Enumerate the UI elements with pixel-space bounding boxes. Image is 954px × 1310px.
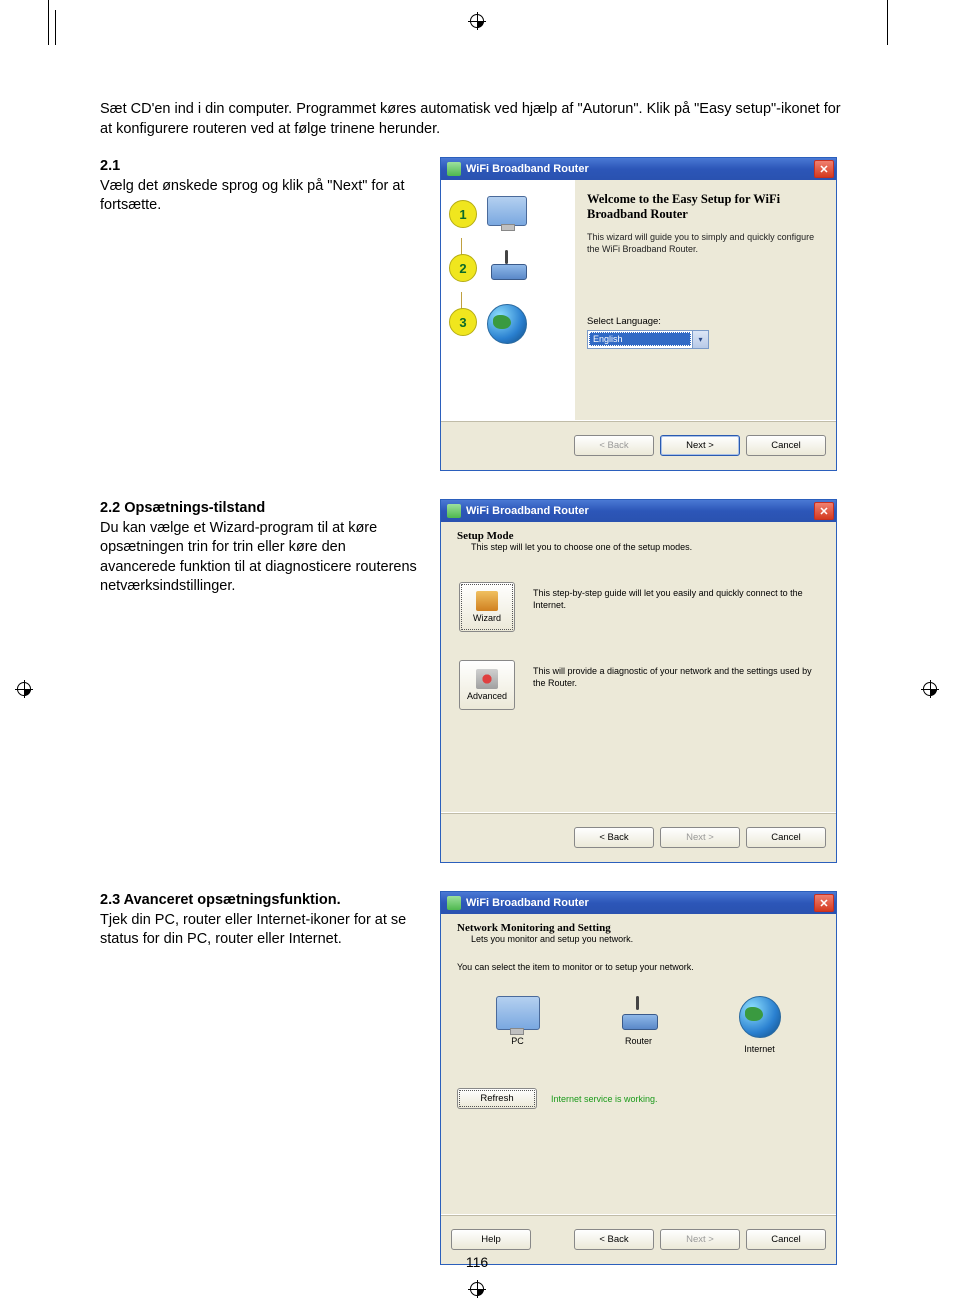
crop-mark [55, 10, 56, 45]
app-icon [447, 162, 461, 176]
router-icon [618, 996, 660, 1030]
next-button[interactable]: Next > [660, 435, 740, 456]
setup-mode-subline: This step will let you to choose one of … [471, 542, 820, 552]
router-label: Router [625, 1036, 652, 1046]
titlebar: WiFi Broadband Router ✕ [441, 158, 836, 180]
window-title: WiFi Broadband Router [466, 505, 814, 517]
next-button[interactable]: Next > [660, 1229, 740, 1250]
cancel-button[interactable]: Cancel [746, 1229, 826, 1250]
section-num: 2.3 [100, 892, 120, 908]
advanced-desc: This will provide a diagnostic of your n… [533, 660, 820, 710]
close-icon[interactable]: ✕ [814, 894, 834, 912]
refresh-button[interactable]: Refresh [457, 1088, 537, 1109]
cancel-button[interactable]: Cancel [746, 827, 826, 848]
monitor-heading: Network Monitoring and Setting [457, 922, 820, 934]
dialog-network-monitor: WiFi Broadband Router ✕ Network Monitori… [440, 891, 837, 1265]
wizard-button[interactable]: Wizard [459, 582, 515, 632]
section-2-1: 2.1 Vælg det ønskede sprog og klik på "N… [100, 157, 854, 471]
section-body: Tjek din PC, router eller Internet-ikone… [100, 912, 406, 948]
dialog-setup-mode: WiFi Broadband Router ✕ Setup Mode This … [440, 499, 837, 863]
pc-item[interactable]: PC [478, 996, 558, 1054]
section-title: Opsætnings-tilstand [124, 500, 265, 516]
app-icon [447, 504, 461, 518]
dialog-footer: < Back Next > Cancel [441, 420, 836, 470]
wizard-label: Wizard [473, 613, 501, 623]
monitor-icon [496, 996, 540, 1030]
section-body: Vælg det ønskede sprog og klik på "Next"… [100, 178, 404, 214]
crop-mark [887, 0, 888, 45]
reg-mark-top [468, 12, 486, 30]
reg-mark-bottom [468, 1280, 486, 1298]
close-icon[interactable]: ✕ [814, 160, 834, 178]
titlebar: WiFi Broadband Router ✕ [441, 500, 836, 522]
section-num: 2.2 [100, 500, 120, 516]
section-body: Du kan vælge et Wizard-program til at kø… [100, 520, 417, 595]
dialog-footer: < Back Next > Cancel [441, 812, 836, 862]
wizard-desc: This step-by-step guide will let you eas… [533, 582, 820, 632]
back-button[interactable]: < Back [574, 1229, 654, 1250]
section-title: Avanceret opsætningsfunktion. [124, 892, 341, 908]
globe-icon [487, 304, 527, 344]
crop-mark [48, 0, 49, 45]
status-message: Internet service is working. [551, 1094, 658, 1104]
language-combobox[interactable]: English ▾ [587, 330, 709, 349]
chevron-down-icon[interactable]: ▾ [692, 331, 708, 348]
wizard-icon [476, 591, 498, 611]
intro-text: Sæt CD'en ind i din computer. Programmet… [100, 100, 854, 139]
select-language-label: Select Language: [587, 316, 824, 327]
pc-label: PC [511, 1036, 524, 1046]
step-badge: 3 [449, 308, 477, 336]
next-button[interactable]: Next > [660, 827, 740, 848]
steps-sidebar: 1 2 3 [441, 180, 575, 420]
language-selected: English [589, 332, 691, 346]
dialog-language: WiFi Broadband Router ✕ 1 2 [440, 157, 837, 471]
back-button[interactable]: < Back [574, 435, 654, 456]
app-icon [447, 896, 461, 910]
setup-mode-heading: Setup Mode [457, 530, 820, 542]
close-icon[interactable]: ✕ [814, 502, 834, 520]
router-item[interactable]: Router [599, 996, 679, 1054]
cancel-button[interactable]: Cancel [746, 435, 826, 456]
monitor-icon [487, 196, 527, 226]
advanced-button[interactable]: Advanced [459, 660, 515, 710]
window-title: WiFi Broadband Router [466, 897, 814, 909]
router-icon [487, 250, 527, 280]
window-title: WiFi Broadband Router [466, 163, 814, 175]
reg-mark-right [921, 680, 939, 698]
internet-label: Internet [744, 1044, 775, 1054]
welcome-heading: Welcome to the Easy Setup for WiFi Broad… [587, 192, 824, 222]
step-badge: 1 [449, 200, 477, 228]
section-2-2: 2.2 Opsætnings-tilstand Du kan vælge et … [100, 499, 854, 863]
page-number: 116 [0, 1254, 954, 1270]
reg-mark-left [15, 680, 33, 698]
advanced-icon [476, 669, 498, 689]
globe-icon [739, 996, 781, 1038]
titlebar: WiFi Broadband Router ✕ [441, 892, 836, 914]
internet-item[interactable]: Internet [720, 996, 800, 1054]
section-num: 2.1 [100, 158, 120, 174]
welcome-subtext: This wizard will guide you to simply and… [587, 232, 824, 255]
monitor-subline: Lets you monitor and setup you network. [471, 934, 820, 944]
advanced-label: Advanced [467, 691, 507, 701]
back-button[interactable]: < Back [574, 827, 654, 848]
monitor-instruction: You can select the item to monitor or to… [457, 962, 820, 972]
step-badge: 2 [449, 254, 477, 282]
help-button[interactable]: Help [451, 1229, 531, 1250]
section-2-3: 2.3 Avanceret opsætningsfunktion. Tjek d… [100, 891, 854, 1265]
